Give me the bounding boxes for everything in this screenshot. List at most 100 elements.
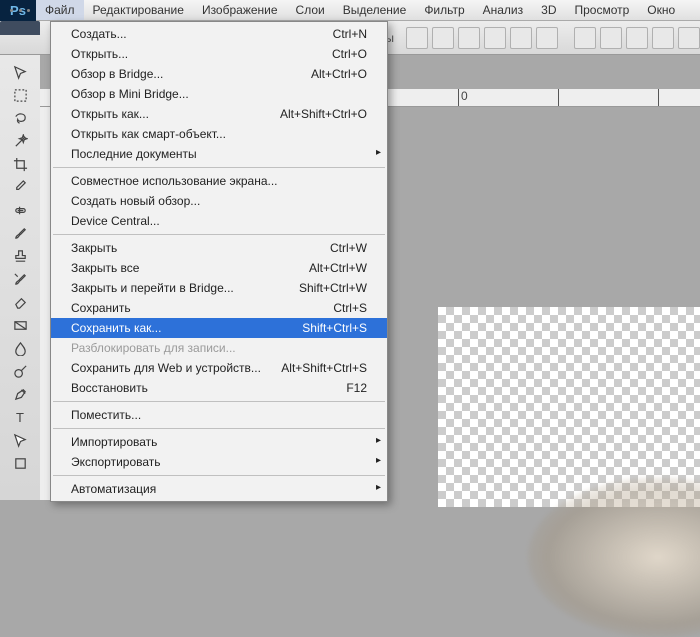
brush-tool-icon[interactable] — [8, 222, 32, 244]
menu-item[interactable]: Открыть... Ctrl+O — [51, 44, 387, 64]
menu-item-label: Последние документы — [71, 147, 197, 161]
menu-item[interactable]: ЗакрытьCtrl+W — [51, 238, 387, 258]
menu-separator — [53, 401, 385, 402]
menu-separator — [53, 167, 385, 168]
menu-item-label: Открыть... — [71, 47, 128, 61]
eraser-tool-icon[interactable] — [8, 291, 32, 313]
menu-item-shortcut: Alt+Shift+Ctrl+O — [280, 107, 367, 121]
menu-item-label: Сохранить как... — [71, 321, 161, 335]
history-brush-tool-icon[interactable] — [8, 268, 32, 290]
menu-item: Разблокировать для записи... — [51, 338, 387, 358]
menu-item-label: Импортировать — [71, 435, 157, 449]
align-icon[interactable] — [510, 27, 532, 49]
wand-tool-icon[interactable] — [8, 130, 32, 152]
menu-item-shortcut: Ctrl+O — [332, 47, 367, 61]
distribute-icon[interactable] — [652, 27, 674, 49]
menu-выделение[interactable]: Выделение — [334, 0, 416, 20]
menu-файл[interactable]: Файл — [36, 0, 84, 20]
path-tool-icon[interactable] — [8, 429, 32, 451]
menu-item-label: Автоматизация — [71, 482, 156, 496]
stamp-tool-icon[interactable] — [8, 245, 32, 267]
healing-tool-icon[interactable] — [8, 199, 32, 221]
menu-item-shortcut: Alt+Ctrl+W — [309, 261, 367, 275]
menu-item[interactable]: Device Central... — [51, 211, 387, 231]
distribute-icon[interactable] — [626, 27, 648, 49]
menu-item[interactable]: Последние документы — [51, 144, 387, 164]
pen-tool-icon[interactable] — [8, 383, 32, 405]
menu-слои[interactable]: Слои — [287, 0, 334, 20]
menu-item-shortcut: Shift+Ctrl+W — [299, 281, 367, 295]
menu-изображение[interactable]: Изображение — [193, 0, 287, 20]
menu-item-label: Экспортировать — [71, 455, 161, 469]
menubar: Ps ФайлРедактированиеИзображениеСлоиВыде… — [0, 0, 700, 21]
file-menu-dropdown: Создать...Ctrl+N Открыть... Ctrl+O Обзор в … — [50, 21, 388, 502]
align-icon[interactable] — [406, 27, 428, 49]
ruler-tick — [658, 89, 700, 106]
menu-item-shortcut: Shift+Ctrl+S — [302, 321, 367, 335]
menu-item-label: Разблокировать для записи... — [71, 341, 236, 355]
menu-item[interactable]: Сохранить как... Shift+Ctrl+S — [51, 318, 387, 338]
menu-item[interactable]: Открыть как... Alt+Shift+Ctrl+O — [51, 104, 387, 124]
move-tool-icon[interactable] — [8, 61, 32, 83]
align-icon[interactable] — [484, 27, 506, 49]
menu-item[interactable]: Создать новый обзор... — [51, 191, 387, 211]
menu-item-shortcut: Ctrl+N — [333, 27, 367, 41]
menu-item[interactable]: Сохранить для Web и устройств...Alt+Shif… — [51, 358, 387, 378]
crop-tool-icon[interactable] — [8, 153, 32, 175]
menu-separator — [53, 428, 385, 429]
align-icon[interactable] — [432, 27, 454, 49]
distribute-icon[interactable] — [600, 27, 622, 49]
ruler-tick — [558, 89, 658, 106]
menu-анализ[interactable]: Анализ — [474, 0, 533, 20]
menu-окно[interactable]: Окно — [638, 0, 684, 20]
menu-item-label: Сохранить — [71, 301, 131, 315]
menu-item[interactable]: Обзор в Mini Bridge... — [51, 84, 387, 104]
menu-item-label: Восстановить — [71, 381, 148, 395]
menu-item[interactable]: Восстановить F12 — [51, 378, 387, 398]
menu-item-label: Закрыть — [71, 241, 117, 255]
menu-item-label: Обзор в Mini Bridge... — [71, 87, 189, 101]
menu-item[interactable]: Импортировать — [51, 432, 387, 452]
marquee-tool-icon[interactable] — [8, 84, 32, 106]
ruler-tick: 0 — [458, 89, 558, 106]
menu-item-label: Закрыть и перейти в Bridge... — [71, 281, 234, 295]
menu-просмотр[interactable]: Просмотр — [565, 0, 638, 20]
type-tool-icon[interactable]: T — [8, 406, 32, 428]
menu-item[interactable]: Экспортировать — [51, 452, 387, 472]
menu-item[interactable]: Создать...Ctrl+N — [51, 24, 387, 44]
menu-фильтр[interactable]: Фильтр — [415, 0, 473, 20]
tools-panel: T — [0, 55, 40, 500]
drag-handle-icon[interactable] — [10, 9, 30, 12]
menu-item-label: Открыть как... — [71, 107, 149, 121]
shape-tool-icon[interactable] — [8, 452, 32, 474]
menu-3d[interactable]: 3D — [532, 0, 565, 20]
distribute-icon[interactable] — [574, 27, 596, 49]
menu-item[interactable]: Автоматизация — [51, 479, 387, 499]
menu-item-shortcut: Alt+Ctrl+O — [311, 67, 367, 81]
menu-item[interactable]: Совместное использование экрана... — [51, 171, 387, 191]
menu-item[interactable]: Открыть как смарт-объект... — [51, 124, 387, 144]
align-icon[interactable] — [536, 27, 558, 49]
menu-item[interactable]: Закрыть и перейти в Bridge... Shift+Ctrl+… — [51, 278, 387, 298]
menu-item-label: Device Central... — [71, 214, 160, 228]
menu-item[interactable]: СохранитьCtrl+S — [51, 298, 387, 318]
menu-item-shortcut: F12 — [346, 381, 367, 395]
eyedropper-tool-icon[interactable] — [8, 176, 32, 198]
menu-item-label: Поместить... — [71, 408, 141, 422]
gradient-tool-icon[interactable] — [8, 314, 32, 336]
menu-item[interactable]: Обзор в Bridge... Alt+Ctrl+O — [51, 64, 387, 84]
blur-tool-icon[interactable] — [8, 337, 32, 359]
lasso-tool-icon[interactable] — [8, 107, 32, 129]
align-icon[interactable] — [458, 27, 480, 49]
dodge-tool-icon[interactable] — [8, 360, 32, 382]
menu-item-shortcut: Alt+Shift+Ctrl+S — [281, 361, 367, 375]
menu-item[interactable]: Поместить... — [51, 405, 387, 425]
menu-item-label: Обзор в Bridge... — [71, 67, 163, 81]
menu-item-label: Создать новый обзор... — [71, 194, 200, 208]
menu-редактирование[interactable]: Редактирование — [84, 0, 193, 20]
panel-tab[interactable] — [0, 21, 40, 35]
distribute-icon[interactable] — [678, 27, 700, 49]
menu-separator — [53, 475, 385, 476]
menu-item[interactable]: Закрыть всеAlt+Ctrl+W — [51, 258, 387, 278]
menu-separator — [53, 234, 385, 235]
